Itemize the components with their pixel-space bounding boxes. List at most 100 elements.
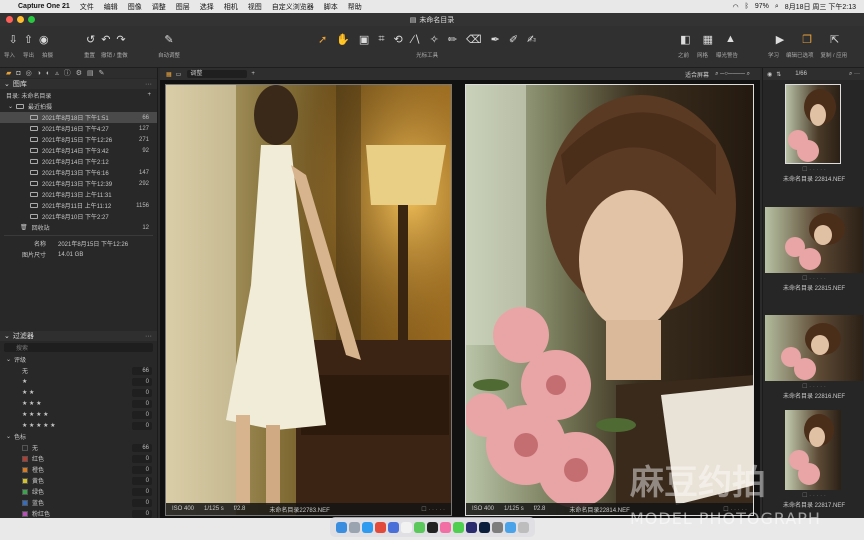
filters-more-icon[interactable]: ··· — [145, 333, 152, 340]
photoshop-icon[interactable] — [479, 521, 490, 533]
folder-icon[interactable] — [505, 521, 516, 533]
recent-group[interactable]: ⌄ 最近拍摄 — [0, 101, 157, 112]
zoom-slider-icon[interactable]: ⌕ ─○──── ⌕ — [715, 71, 750, 78]
trash-dock-icon[interactable] — [518, 521, 529, 533]
straighten-icon[interactable]: ⟲ — [394, 33, 403, 46]
safari-icon[interactable] — [362, 521, 373, 533]
filter-search-input[interactable]: 搜索 — [4, 343, 153, 352]
brush-icon[interactable]: ✏ — [448, 33, 457, 46]
spot-icon[interactable]: ✧ — [430, 33, 439, 46]
single-view-icon[interactable]: ▭ — [176, 71, 182, 78]
right-tools-group[interactable]: ▶ ❐ ⇱ 学习 编辑已选项 复制 / 应用 — [768, 28, 847, 60]
browser-search-icon[interactable]: ⌕ ··· — [849, 71, 860, 78]
thumb-4-rating[interactable]: ☐ · · · · · — [763, 492, 864, 499]
import-group[interactable]: ⇩ ⇧ ◉ 导入 导出 拍摄 — [4, 28, 53, 60]
recent-item[interactable]: 2021年8月13日 下午6:16 147 — [0, 167, 157, 178]
copy-apply-icon[interactable]: ⇱ — [830, 33, 839, 46]
menu-camera[interactable]: 相机 — [224, 2, 238, 12]
menu-script[interactable]: 脚本 — [324, 2, 338, 12]
trash-item[interactable]: 🗑 回收站 12 — [0, 222, 157, 233]
add-preset-icon[interactable]: + — [251, 71, 255, 77]
photo-2[interactable]: ISO 400 1/125 s f/2.8 未命名目录22814.NEF ☐ · · ·… — [465, 84, 754, 516]
recent-item[interactable]: 2021年8月13日 上午11:31 — [0, 189, 157, 200]
capture-one-icon[interactable] — [466, 521, 477, 533]
magic-wand-icon[interactable]: ✎ — [164, 33, 173, 46]
color-filter[interactable]: 绿色 0 — [0, 486, 157, 497]
grid-icon[interactable]: ▦ — [703, 33, 713, 46]
close-button[interactable] — [6, 16, 13, 23]
library-header[interactable]: ⌄ 图库 ··· — [0, 79, 157, 89]
menu-layer[interactable]: 图层 — [176, 2, 190, 12]
gradient-icon[interactable]: ✒ — [491, 33, 500, 46]
clock[interactable]: 8月18日 周三 下午2:13 — [785, 2, 856, 12]
finder-icon[interactable] — [336, 521, 347, 533]
rating-filter[interactable]: ★ ★ ★ ★ 0 — [0, 409, 157, 420]
rating-header[interactable]: ⌄ 评级 — [0, 354, 157, 365]
bluetooth-icon[interactable]: ᛒ — [745, 3, 749, 10]
output-tab-icon[interactable]: ⚙ — [76, 69, 82, 77]
calendar-icon[interactable] — [401, 521, 412, 533]
view-tools-group[interactable]: ◧ ▦ ▲ 之前 网格 曝光警告 — [678, 28, 738, 59]
wechat-icon[interactable] — [453, 521, 464, 533]
metadata-tab-icon[interactable]: ⓘ — [64, 68, 71, 78]
menu-view[interactable]: 视图 — [248, 2, 262, 12]
chrome-icon[interactable] — [375, 521, 386, 533]
crop-icon[interactable]: ⌗ — [378, 33, 384, 46]
preset-select[interactable]: 调整 — [187, 70, 248, 78]
photo-2-rating[interactable]: ☐ · · · · · — [723, 506, 747, 513]
menu-browser[interactable]: 自定义浏览器 — [272, 2, 314, 12]
eye-icon[interactable]: ◉ — [767, 71, 772, 78]
edit-selected-icon[interactable]: ❐ — [802, 33, 812, 46]
color-filter[interactable]: 黄色 0 — [0, 475, 157, 486]
thumb-1-rating[interactable]: ☐ · · · · · — [763, 166, 864, 173]
grid-view-icon[interactable]: ▦ — [166, 71, 172, 78]
detail-tab-icon[interactable]: ▵ — [55, 69, 59, 77]
thumb-2[interactable]: ☐ · · · · · 未命名目录 22815.NEF — [763, 205, 864, 297]
thumb-3-rating[interactable]: ☐ · · · · · — [763, 383, 864, 390]
color-filter[interactable]: 无 66 — [0, 442, 157, 453]
undo-icon[interactable]: ↶ — [101, 33, 110, 46]
capture-tab-icon[interactable]: ◘ — [16, 70, 20, 77]
menu-adjust[interactable]: 调整 — [152, 2, 166, 12]
adjust-tab-icon[interactable]: ✎ — [99, 69, 105, 77]
menu-image[interactable]: 图像 — [128, 2, 142, 12]
thumb-1[interactable]: ☐ · · · · · 未命名目录 22814.NEF — [763, 82, 864, 190]
cursor-tools-group[interactable]: ➚ ✋ ▣ ⌗ ⟲ ∕∖ ✧ ✏ ⌫ ✒ ✐ ✍ 光标工具 — [318, 28, 536, 60]
rating-filter[interactable]: ★ 0 — [0, 376, 157, 387]
rating-filter[interactable]: ★ ★ ★ ★ ★ 0 — [0, 420, 157, 431]
auto-adjust-group[interactable]: ✎ 自动调整 — [158, 28, 180, 60]
eraser-icon[interactable]: ⌫ — [466, 33, 482, 46]
rotate-icon[interactable]: ▣ — [359, 33, 369, 46]
minimize-button[interactable] — [17, 16, 24, 23]
camera-icon[interactable]: ◉ — [39, 33, 49, 46]
filters-header[interactable]: ⌄ 过滤器 ··· — [0, 331, 157, 341]
picker-icon[interactable]: ✐ — [509, 33, 518, 46]
photos-icon[interactable] — [440, 521, 451, 533]
photo-1-rating[interactable]: ☐ · · · · · — [421, 506, 445, 513]
exposure-tab-icon[interactable]: ◐ — [46, 70, 50, 77]
recent-item[interactable]: 2021年8月14日 下午3:42 92 — [0, 145, 157, 156]
launchpad-icon[interactable] — [349, 521, 360, 533]
preview-icon[interactable] — [492, 521, 503, 533]
battery-text[interactable]: 97% — [755, 3, 769, 10]
appletv-icon[interactable] — [427, 521, 438, 533]
lens-tab-icon[interactable]: ◎ — [26, 69, 32, 77]
thumb-3[interactable]: ☐ · · · · · 未命名目录 22816.NEF — [763, 313, 864, 405]
annotate-icon[interactable]: ✍ — [527, 33, 536, 46]
menu-select[interactable]: 选择 — [200, 2, 214, 12]
export-icon[interactable]: ⇧ — [24, 33, 33, 46]
keystone-icon[interactable]: ∕∖ — [412, 33, 421, 46]
color-filter[interactable]: 红色 0 — [0, 453, 157, 464]
import-icon[interactable]: ⇩ — [9, 33, 18, 46]
menu-help[interactable]: 帮助 — [348, 2, 362, 12]
menu-file[interactable]: 文件 — [80, 2, 94, 12]
rating-filter[interactable]: ★ ★ 0 — [0, 387, 157, 398]
thumb-2-rating[interactable]: ☐ · · · · · — [763, 275, 864, 282]
zoom-select[interactable]: 适合屏幕 — [685, 70, 709, 79]
recent-item[interactable]: 2021年8月15日 下午12:26 271 — [0, 134, 157, 145]
warning-icon[interactable]: ▲ — [725, 33, 736, 45]
wifi-icon[interactable]: ◠ — [733, 3, 739, 11]
thumb-4[interactable]: ☐ · · · · · 未命名目录 22817.NEF — [763, 408, 864, 518]
recent-item[interactable]: 2021年8月16日 下午4:27 127 — [0, 123, 157, 134]
select-cursor-icon[interactable]: ➚ — [318, 33, 327, 46]
